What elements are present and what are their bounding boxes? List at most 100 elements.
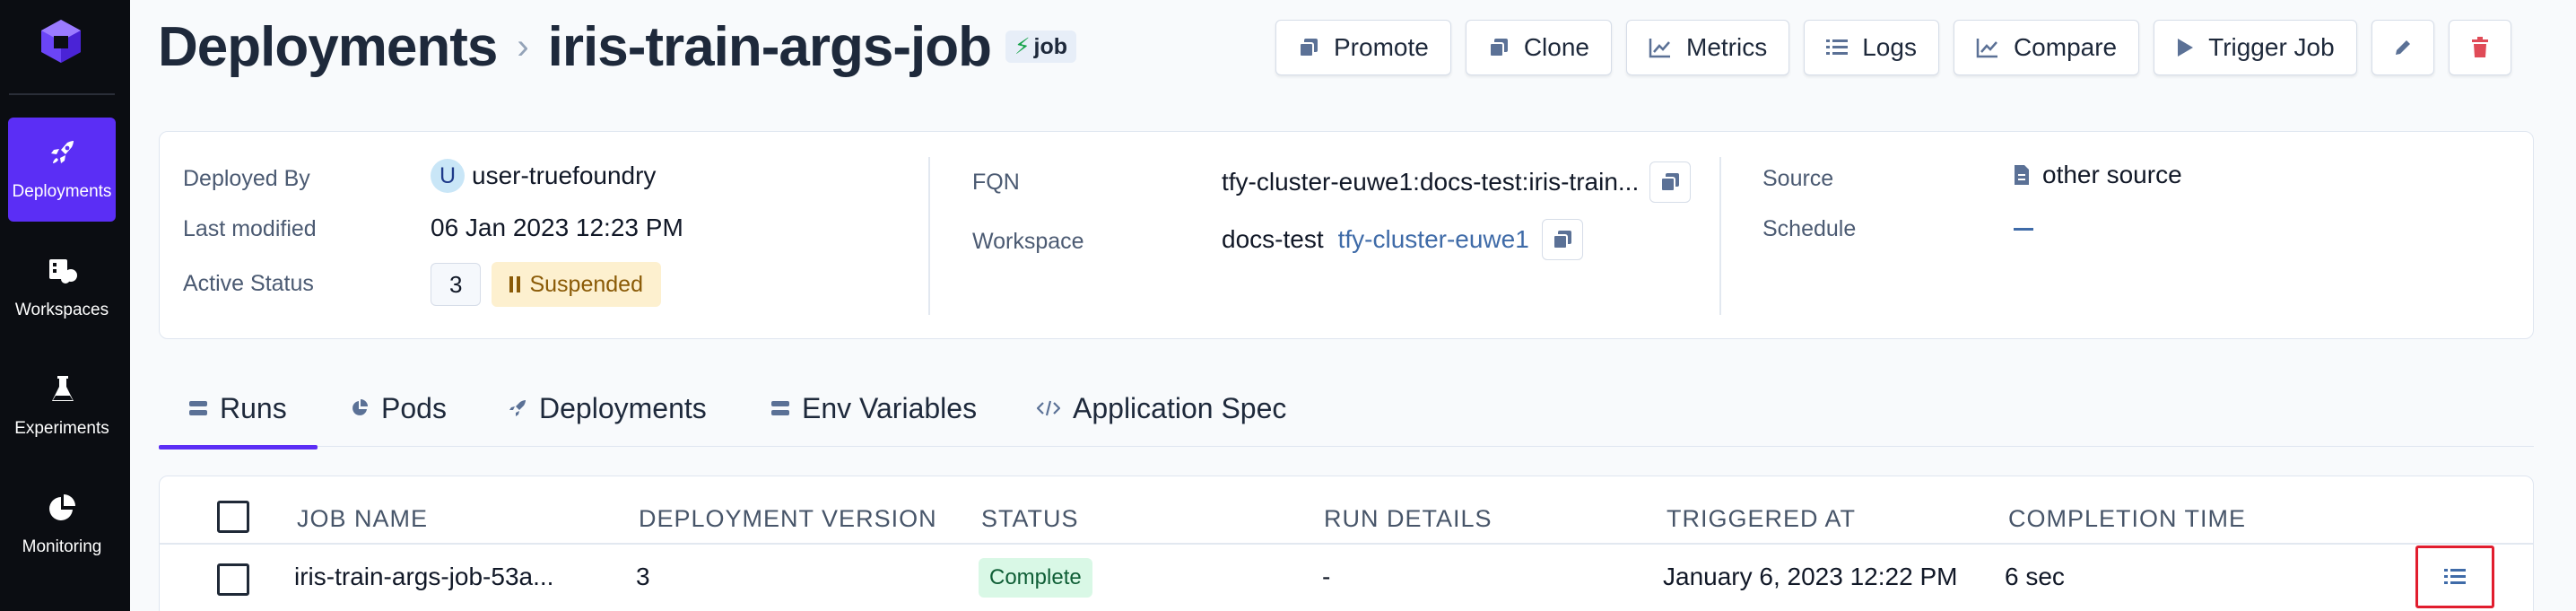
- promote-icon: [1299, 39, 1318, 57]
- sidebar-item-label: Experiments: [14, 419, 109, 438]
- line-chart-icon: [1976, 39, 1997, 58]
- clone-button[interactable]: Clone: [1465, 20, 1612, 75]
- rocket-icon: [509, 400, 526, 416]
- logs-button[interactable]: Logs: [1804, 20, 1939, 75]
- last-modified-label: Last modified: [183, 216, 317, 241]
- workspace-name: docs-test: [1222, 225, 1324, 253]
- runs-table: JOB NAME DEPLOYMENT VERSION STATUS RUN D…: [159, 476, 2534, 611]
- last-modified-value: 06 Jan 2023 12:23 PM: [431, 214, 683, 241]
- copy-icon: [1552, 231, 1571, 249]
- deployed-by-value: U user-truefoundry: [431, 159, 656, 193]
- bolt-icon: ⚡: [1014, 34, 1031, 59]
- schedule-label: Schedule: [1762, 216, 1857, 241]
- column-header[interactable]: DEPLOYMENT VERSION: [639, 505, 937, 533]
- trigger-job-label: Trigger Job: [2208, 33, 2335, 61]
- cluster-link[interactable]: tfy-cluster-euwe1: [1338, 225, 1529, 254]
- empty-dash: [2014, 227, 2033, 231]
- job-name-cell[interactable]: iris-train-args-job-53a...: [294, 563, 553, 591]
- run-details-cell: -: [1322, 563, 1331, 590]
- page-title: Deployments › iris-train-args-job ⚡ job: [158, 11, 1077, 83]
- completion-time-cell: 6 sec: [2005, 563, 2065, 590]
- job-type-badge: ⚡ job: [1005, 31, 1077, 63]
- code-icon: [1037, 400, 1060, 416]
- status-badge: Complete: [979, 558, 1092, 598]
- delete-button[interactable]: [2448, 20, 2511, 75]
- status-cell: Complete: [979, 558, 1092, 598]
- clone-label: Clone: [1523, 33, 1589, 61]
- divider: [160, 543, 2533, 545]
- sidebar-divider: [9, 93, 115, 95]
- server-icon: [189, 401, 207, 415]
- trigger-job-button[interactable]: Trigger Job: [2154, 20, 2357, 75]
- rocket-icon: [51, 141, 74, 163]
- truefoundry-logo-icon[interactable]: [36, 16, 86, 66]
- metrics-button[interactable]: Metrics: [1626, 20, 1790, 75]
- toolbar: Promote Clone Metrics Logs Compare Trigg…: [1275, 20, 2511, 75]
- fqn-value: tfy-cluster-euwe1:docs-test:iris-train..…: [1222, 161, 1692, 203]
- tab-label: Application Spec: [1073, 391, 1287, 424]
- column-header[interactable]: RUN DETAILS: [1324, 505, 1493, 533]
- deployment-info-card: Deployed By U user-truefoundry Last modi…: [159, 131, 2534, 339]
- schedule-value: [2014, 214, 2033, 243]
- view-logs-button[interactable]: [2415, 546, 2494, 608]
- tab-label: Env Variables: [802, 391, 978, 424]
- status-badge: Suspended: [492, 262, 661, 307]
- tab-deployments[interactable]: Deployments: [509, 370, 707, 447]
- select-all-checkbox[interactable]: [217, 501, 249, 533]
- flask-icon: [52, 376, 74, 401]
- divider: [1719, 157, 1721, 315]
- workspaces-icon: [49, 259, 77, 284]
- fqn-label: FQN: [972, 170, 1020, 195]
- active-status-label: Active Status: [183, 271, 314, 296]
- compare-button[interactable]: Compare: [1953, 20, 2140, 75]
- source-label: Source: [1762, 166, 1834, 191]
- play-icon: [2178, 39, 2194, 57]
- sidebar-item-label: Deployments: [12, 182, 112, 201]
- promote-button[interactable]: Promote: [1275, 20, 1451, 75]
- avatar: U: [431, 159, 465, 193]
- metrics-label: Metrics: [1686, 33, 1768, 61]
- sidebar-item-label: Monitoring: [22, 537, 102, 556]
- line-chart-icon: [1649, 39, 1670, 58]
- copy-icon: [1660, 173, 1680, 192]
- copy-fqn-button[interactable]: [1649, 161, 1692, 203]
- compare-label: Compare: [2013, 33, 2118, 61]
- copy-workspace-button[interactable]: [1541, 219, 1583, 260]
- sidebar-item-monitoring[interactable]: Monitoring: [8, 473, 116, 577]
- triggered-at-cell: January 6, 2023 12:22 PM: [1663, 563, 1958, 590]
- column-header[interactable]: TRIGGERED AT: [1667, 505, 1856, 533]
- tab-env-variables[interactable]: Env Variables: [771, 370, 977, 447]
- row-checkbox[interactable]: [217, 563, 249, 596]
- deployment-name: iris-train-args-job: [547, 15, 992, 78]
- pie-chart-icon: [352, 399, 368, 415]
- tab-pods[interactable]: Pods: [351, 370, 447, 447]
- pie-chart-icon: [49, 494, 75, 520]
- sidebar-item-workspaces[interactable]: Workspaces: [8, 236, 116, 340]
- deployed-by-label: Deployed By: [183, 166, 310, 191]
- tab-label: Deployments: [539, 391, 707, 424]
- trash-icon: [2471, 37, 2488, 57]
- breadcrumb-deployments[interactable]: Deployments: [158, 15, 498, 79]
- column-header[interactable]: JOB NAME: [297, 505, 428, 533]
- tab-runs[interactable]: Runs: [159, 370, 318, 450]
- sidebar: Deployments Workspaces Experiments Monit…: [0, 0, 130, 611]
- tab-application-spec[interactable]: Application Spec: [1037, 370, 1286, 447]
- status-label: Suspended: [529, 271, 643, 297]
- job-badge-label: job: [1033, 33, 1068, 59]
- version-cell: 3: [636, 563, 650, 590]
- sidebar-item-label: Workspaces: [14, 301, 109, 319]
- workspace-value: docs-test tfy-cluster-euwe1: [1222, 219, 1583, 260]
- list-icon: [2444, 569, 2466, 584]
- source-text: other source: [2042, 161, 2182, 188]
- sidebar-item-deployments[interactable]: Deployments: [8, 118, 116, 222]
- edit-button[interactable]: [2371, 20, 2434, 75]
- column-header[interactable]: COMPLETION TIME: [2008, 505, 2246, 533]
- clone-icon: [1488, 39, 1508, 57]
- active-status-value: 3 Suspended: [431, 262, 661, 307]
- column-header[interactable]: STATUS: [981, 505, 1079, 533]
- pause-icon: [509, 276, 521, 292]
- sidebar-item-experiments[interactable]: Experiments: [8, 354, 116, 458]
- deployed-by-user: user-truefoundry: [472, 161, 657, 189]
- divider: [928, 157, 930, 315]
- fqn-text: tfy-cluster-euwe1:docs-test:iris-train..…: [1222, 168, 1640, 196]
